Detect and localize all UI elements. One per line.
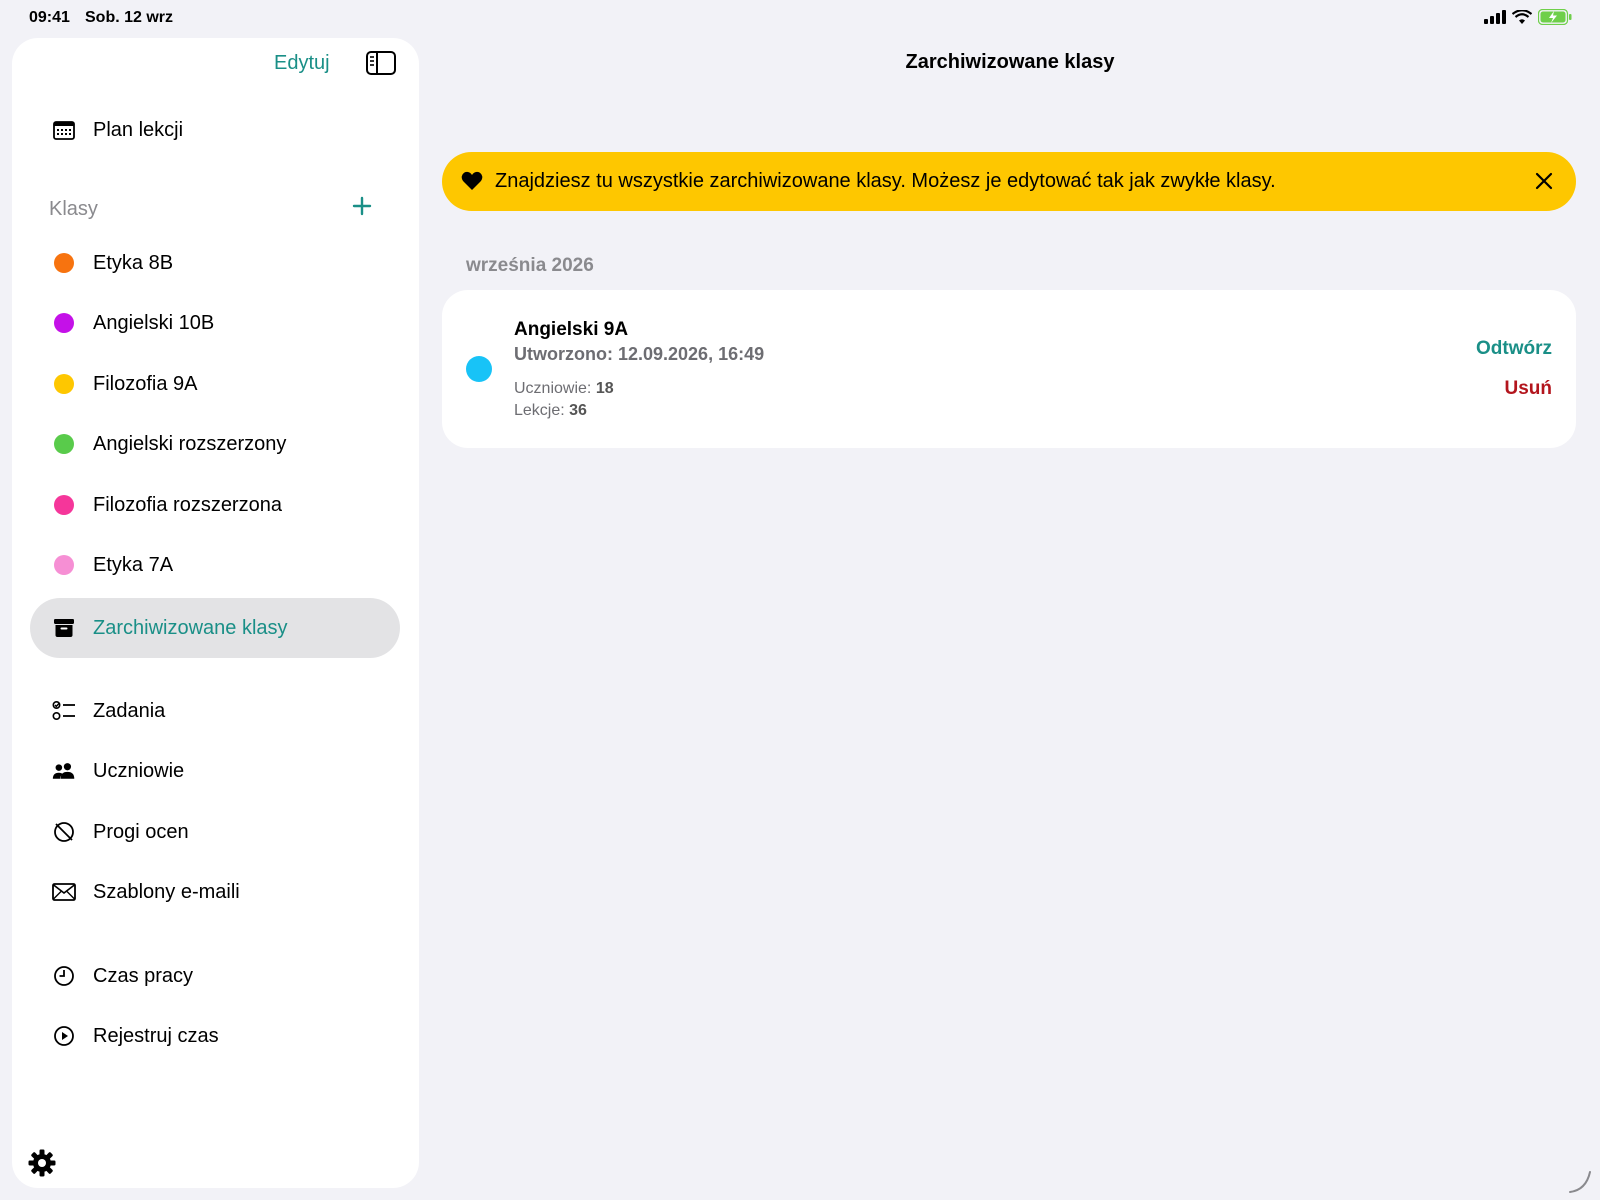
grade-thresholds-icon (52, 820, 76, 844)
sidebar-item-students[interactable]: Uczniowie (12, 743, 419, 799)
sidebar-icon[interactable] (366, 51, 396, 75)
cellular-signal-icon (1484, 10, 1506, 24)
resize-handle-icon (1569, 1171, 1591, 1193)
sidebar-item-label: Angielski rozszerzony (93, 432, 287, 455)
banner-text: Znajdziesz tu wszystkie zarchiwizowane k… (495, 170, 1276, 192)
restore-button[interactable]: Odtwórz (1476, 338, 1552, 360)
class-color-dot (54, 374, 74, 394)
status-date: Sob. 12 wrz (85, 9, 174, 26)
info-banner: Znajdziesz tu wszystkie zarchiwizowane k… (442, 152, 1576, 211)
sidebar-item-label: Szablony e-maili (93, 880, 240, 903)
status-bar: 09:41 Sob. 12 wrz (0, 0, 1600, 36)
sidebar-item-work-time[interactable]: Czas pracy (12, 948, 419, 1004)
play-circle-icon (52, 1024, 76, 1048)
status-time: 09:41 (29, 9, 70, 26)
heart-icon (461, 171, 483, 190)
class-name: Angielski 9A (514, 319, 629, 340)
sidebar-item-label: Filozofia rozszerzona (93, 493, 282, 516)
class-color-dot (54, 555, 74, 575)
status-icons (1484, 9, 1572, 25)
close-icon[interactable] (1532, 169, 1556, 193)
sidebar: Edytuj Plan lekcji Klasy Etyka 8B Angiel… (12, 38, 419, 1188)
lessons-count: Lekcje: 36 (514, 402, 587, 419)
gear-icon[interactable] (27, 1148, 57, 1178)
sidebar-item-tasks[interactable]: Zadania (12, 683, 419, 739)
checklist-icon (52, 699, 76, 723)
class-stats: Uczniowie: 18 Lekcje: 36 (514, 378, 614, 422)
class-color-dot (54, 313, 74, 333)
class-color-dot (466, 356, 492, 382)
plus-icon[interactable] (349, 193, 375, 219)
sidebar-item-label: Filozofia 9A (93, 372, 198, 395)
page-title: Zarchiwizowane klasy (905, 51, 1115, 73)
class-created-date: Utworzono: 12.09.2026, 16:49 (514, 344, 765, 364)
sidebar-item-label: Czas pracy (93, 964, 194, 987)
sidebar-item-log-time[interactable]: Rejestruj czas (12, 1008, 419, 1064)
sidebar-item-label: Rejestruj czas (93, 1024, 219, 1047)
sidebar-class-etyka-7a[interactable]: Etyka 7A (12, 537, 419, 593)
battery-charging-icon (1538, 9, 1572, 25)
sidebar-class-etyka-8b[interactable]: Etyka 8B (12, 235, 419, 291)
class-color-dot (54, 495, 74, 515)
sidebar-item-label: Etyka 8B (93, 251, 174, 274)
sidebar-item-email-templates[interactable]: Szablony e-maili (12, 864, 419, 920)
sidebar-class-filozofia-rozszerzona[interactable]: Filozofia rozszerzona (12, 477, 419, 533)
sidebar-item-grade-thresholds[interactable]: Progi ocen (12, 804, 419, 860)
class-color-dot (54, 434, 74, 454)
sidebar-item-label: Plan lekcji (93, 118, 184, 141)
archive-box-icon (52, 616, 76, 640)
edit-button[interactable]: Edytuj (274, 52, 330, 75)
sidebar-item-label: Uczniowie (93, 759, 185, 782)
classes-section-label: Klasy (49, 198, 98, 220)
envelope-icon (52, 880, 76, 904)
sidebar-class-filozofia-9a[interactable]: Filozofia 9A (12, 356, 419, 412)
sidebar-item-schedule[interactable]: Plan lekcji (12, 102, 419, 158)
sidebar-class-angielski-rozszerzony[interactable]: Angielski rozszerzony (12, 416, 419, 472)
sidebar-item-label: Etyka 7A (93, 553, 174, 576)
calendar-icon (52, 118, 76, 142)
students-count: Uczniowie: 18 (514, 380, 614, 397)
sidebar-class-angielski-10b[interactable]: Angielski 10B (12, 295, 419, 351)
class-color-dot (54, 253, 74, 273)
sidebar-item-label: Zarchiwizowane klasy (93, 616, 288, 639)
wifi-icon (1512, 9, 1532, 24)
sidebar-item-label: Angielski 10B (93, 311, 215, 334)
clock-icon (52, 964, 76, 988)
sidebar-item-label: Progi ocen (93, 820, 189, 843)
archived-class-card: Angielski 9A Utworzono: 12.09.2026, 16:4… (442, 290, 1576, 448)
month-group-header: września 2026 (466, 255, 594, 276)
people-icon (52, 759, 76, 783)
sidebar-item-label: Zadania (93, 699, 166, 722)
sidebar-item-archived-classes[interactable]: Zarchiwizowane klasy (12, 600, 419, 656)
delete-button[interactable]: Usuń (1505, 378, 1553, 400)
